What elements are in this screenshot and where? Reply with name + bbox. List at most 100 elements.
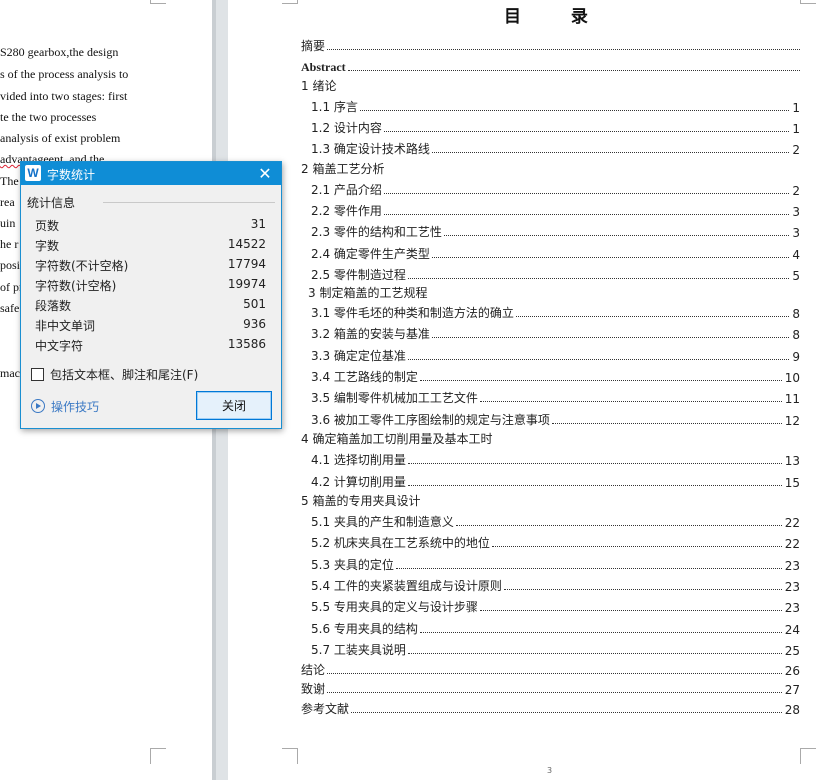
toc-entry-page-number: 27: [784, 683, 800, 697]
toc-entry[interactable]: 3.5 编制零件机械加工工艺文件 11: [311, 386, 800, 406]
toc-entry-label: 1 绪论: [301, 79, 337, 93]
toc-entry[interactable]: 1.1 序言 1: [311, 95, 800, 115]
toc-dot-leader: [419, 632, 782, 633]
toc-entry[interactable]: 3.4 工艺路线的制定 10: [311, 365, 800, 385]
toc-dot-leader: [407, 278, 790, 279]
toc-entry[interactable]: 1 绪论: [301, 74, 701, 94]
toc-entry[interactable]: 摘要: [301, 34, 800, 54]
left-page-text-line: s of the process analysis to: [0, 67, 129, 81]
toc-entry[interactable]: Abstract: [301, 55, 800, 75]
close-icon[interactable]: ✕: [253, 164, 277, 183]
toc-entry[interactable]: 参考文献 28: [301, 697, 800, 717]
statistic-row: 中文字符 13586: [35, 335, 266, 355]
close-button[interactable]: 关闭: [196, 391, 272, 420]
wps-app-icon: W: [25, 165, 41, 181]
toc-entry[interactable]: 5.4 工件的夹紧装置组成与设计原则 23: [311, 574, 800, 594]
toc-entry-label: 5.1 夹具的产生和制造意义: [311, 515, 454, 529]
toc-entry[interactable]: 3 制定箱盖的工艺规程: [308, 281, 708, 301]
toc-entry-page-number: 11: [784, 392, 800, 406]
toc-entry[interactable]: 2.4 确定零件生产类型 4: [311, 242, 800, 262]
left-page-text-line: te the two processes: [0, 110, 97, 124]
crop-mark: [150, 748, 166, 764]
toc-entry[interactable]: 5.2 机床夹具在工艺系统中的地位 22: [311, 531, 800, 551]
page-number: 3: [547, 766, 553, 775]
toc-entry-label: 5.7 工装夹具说明: [311, 643, 406, 657]
toc-entry-label: 摘要: [301, 39, 326, 53]
toc-entry[interactable]: 1.3 确定设计技术路线 2: [311, 137, 800, 157]
statistic-label: 字符数(不计空格): [35, 259, 129, 273]
toc-dot-leader: [431, 257, 790, 258]
toc-entry-label: 3.5 编制零件机械加工工艺文件: [311, 391, 478, 405]
left-page-text-line: posi: [0, 258, 21, 272]
toc-entry[interactable]: 4.2 计算切削用量 15: [311, 470, 800, 490]
statistic-row: 页数 31: [35, 215, 266, 235]
toc-entry-page-number: 10: [784, 371, 800, 385]
toc-entry-label: 5.6 专用夹具的结构: [311, 622, 418, 636]
toc-entry[interactable]: 5.1 夹具的产生和制造意义 22: [311, 510, 800, 530]
toc-entry[interactable]: 致谢 27: [301, 677, 800, 697]
left-page-text-line: safe: [0, 301, 20, 315]
toc-dot-leader: [383, 193, 790, 194]
toc-entry[interactable]: 结论 26: [301, 658, 800, 678]
statistic-row: 段落数 501: [35, 295, 266, 315]
toc-dot-leader: [479, 401, 782, 402]
toc-entry-label: 2.4 确定零件生产类型: [311, 247, 430, 261]
toc-entry-page-number: 23: [784, 580, 800, 594]
toc-entry-label: 2.1 产品介绍: [311, 183, 382, 197]
toc-entry[interactable]: 3.1 零件毛坯的种类和制造方法的确立 8: [311, 301, 800, 321]
toc-entry[interactable]: 5.3 夹具的定位 23: [311, 553, 800, 573]
toc-entry[interactable]: 3.3 确定定位基准 9: [311, 344, 800, 364]
toc-dot-leader: [407, 359, 790, 360]
toc-dot-leader: [419, 380, 782, 381]
operation-tips-link[interactable]: 操作技巧: [51, 398, 99, 415]
toc-entry-label: 5.4 工件的夹紧装置组成与设计原则: [311, 579, 502, 593]
toc-entry[interactable]: 3.6 被加工零件工序图绘制的规定与注意事项 12: [311, 408, 800, 428]
toc-entry-label: 4.2 计算切削用量: [311, 475, 406, 489]
toc-entry-label: 3.6 被加工零件工序图绘制的规定与注意事项: [311, 413, 550, 427]
toc-dot-leader: [515, 316, 790, 317]
left-page-text-line: mac: [0, 366, 20, 380]
toc-dot-leader: [479, 610, 782, 611]
crop-mark: [282, 0, 298, 4]
play-circle-icon[interactable]: [31, 399, 45, 413]
toc-entry-label: 1.1 序言: [311, 100, 358, 114]
include-textbox-footnotes-checkbox[interactable]: [31, 368, 44, 381]
crop-mark: [150, 0, 166, 4]
dialog-title: 字数统计: [47, 168, 96, 182]
toc-entry-page-number: 8: [792, 328, 800, 342]
toc-entry-label: 参考文献: [301, 702, 350, 716]
toc-entry-label: 3.4 工艺路线的制定: [311, 370, 418, 384]
toc-entry[interactable]: 4 确定箱盖加工切削用量及基本工时: [301, 427, 701, 447]
toc-entry[interactable]: 2 箱盖工艺分析: [301, 157, 701, 177]
statistic-label: 段落数: [35, 299, 72, 313]
toc-entry-label: Abstract: [301, 60, 346, 74]
dialog-title-bar[interactable]: W 字数统计 ✕: [21, 162, 281, 185]
left-page-text-line: The: [0, 174, 19, 188]
toc-entry[interactable]: 5 箱盖的专用夹具设计: [301, 489, 701, 509]
toc-entry[interactable]: 2.1 产品介绍 2: [311, 178, 800, 198]
toc-entry[interactable]: 2.5 零件制造过程 5: [311, 263, 800, 283]
statistic-label: 中文字符: [35, 339, 84, 353]
toc-entry[interactable]: 1.2 设计内容 1: [311, 116, 800, 136]
statistic-label: 字符数(计空格): [35, 279, 117, 293]
toc-entry[interactable]: 5.7 工装夹具说明 25: [311, 638, 800, 658]
toc-entry[interactable]: 4.1 选择切削用量 13: [311, 448, 800, 468]
include-textbox-footnotes-label[interactable]: 包括文本框、脚注和尾注(F): [50, 366, 198, 383]
toc-dot-leader: [443, 235, 790, 236]
toc-entry[interactable]: 5.5 专用夹具的定义与设计步骤 23: [311, 595, 800, 615]
toc-entry[interactable]: 2.3 零件的结构和工艺性 3: [311, 220, 800, 240]
group-divider: [103, 202, 275, 203]
toc-dot-leader: [407, 485, 782, 486]
toc-entry-page-number: 3: [792, 205, 800, 219]
statistic-row: 字符数(计空格) 19974: [35, 275, 266, 295]
toc-entry[interactable]: 2.2 零件作用 3: [311, 199, 800, 219]
toc-entry[interactable]: 3.2 箱盖的安装与基准 8: [311, 322, 800, 342]
toc-entry-page-number: 8: [792, 307, 800, 321]
toc-entry-page-number: 23: [784, 559, 800, 573]
toc-entry-page-number: 24: [784, 623, 800, 637]
toc-entry-page-number: 5: [792, 269, 800, 283]
toc-entry[interactable]: 5.6 专用夹具的结构 24: [311, 617, 800, 637]
toc-entry-label: 3.3 确定定位基准: [311, 349, 406, 363]
toc-dot-leader: [455, 525, 782, 526]
statistic-value: 14522: [227, 237, 266, 251]
